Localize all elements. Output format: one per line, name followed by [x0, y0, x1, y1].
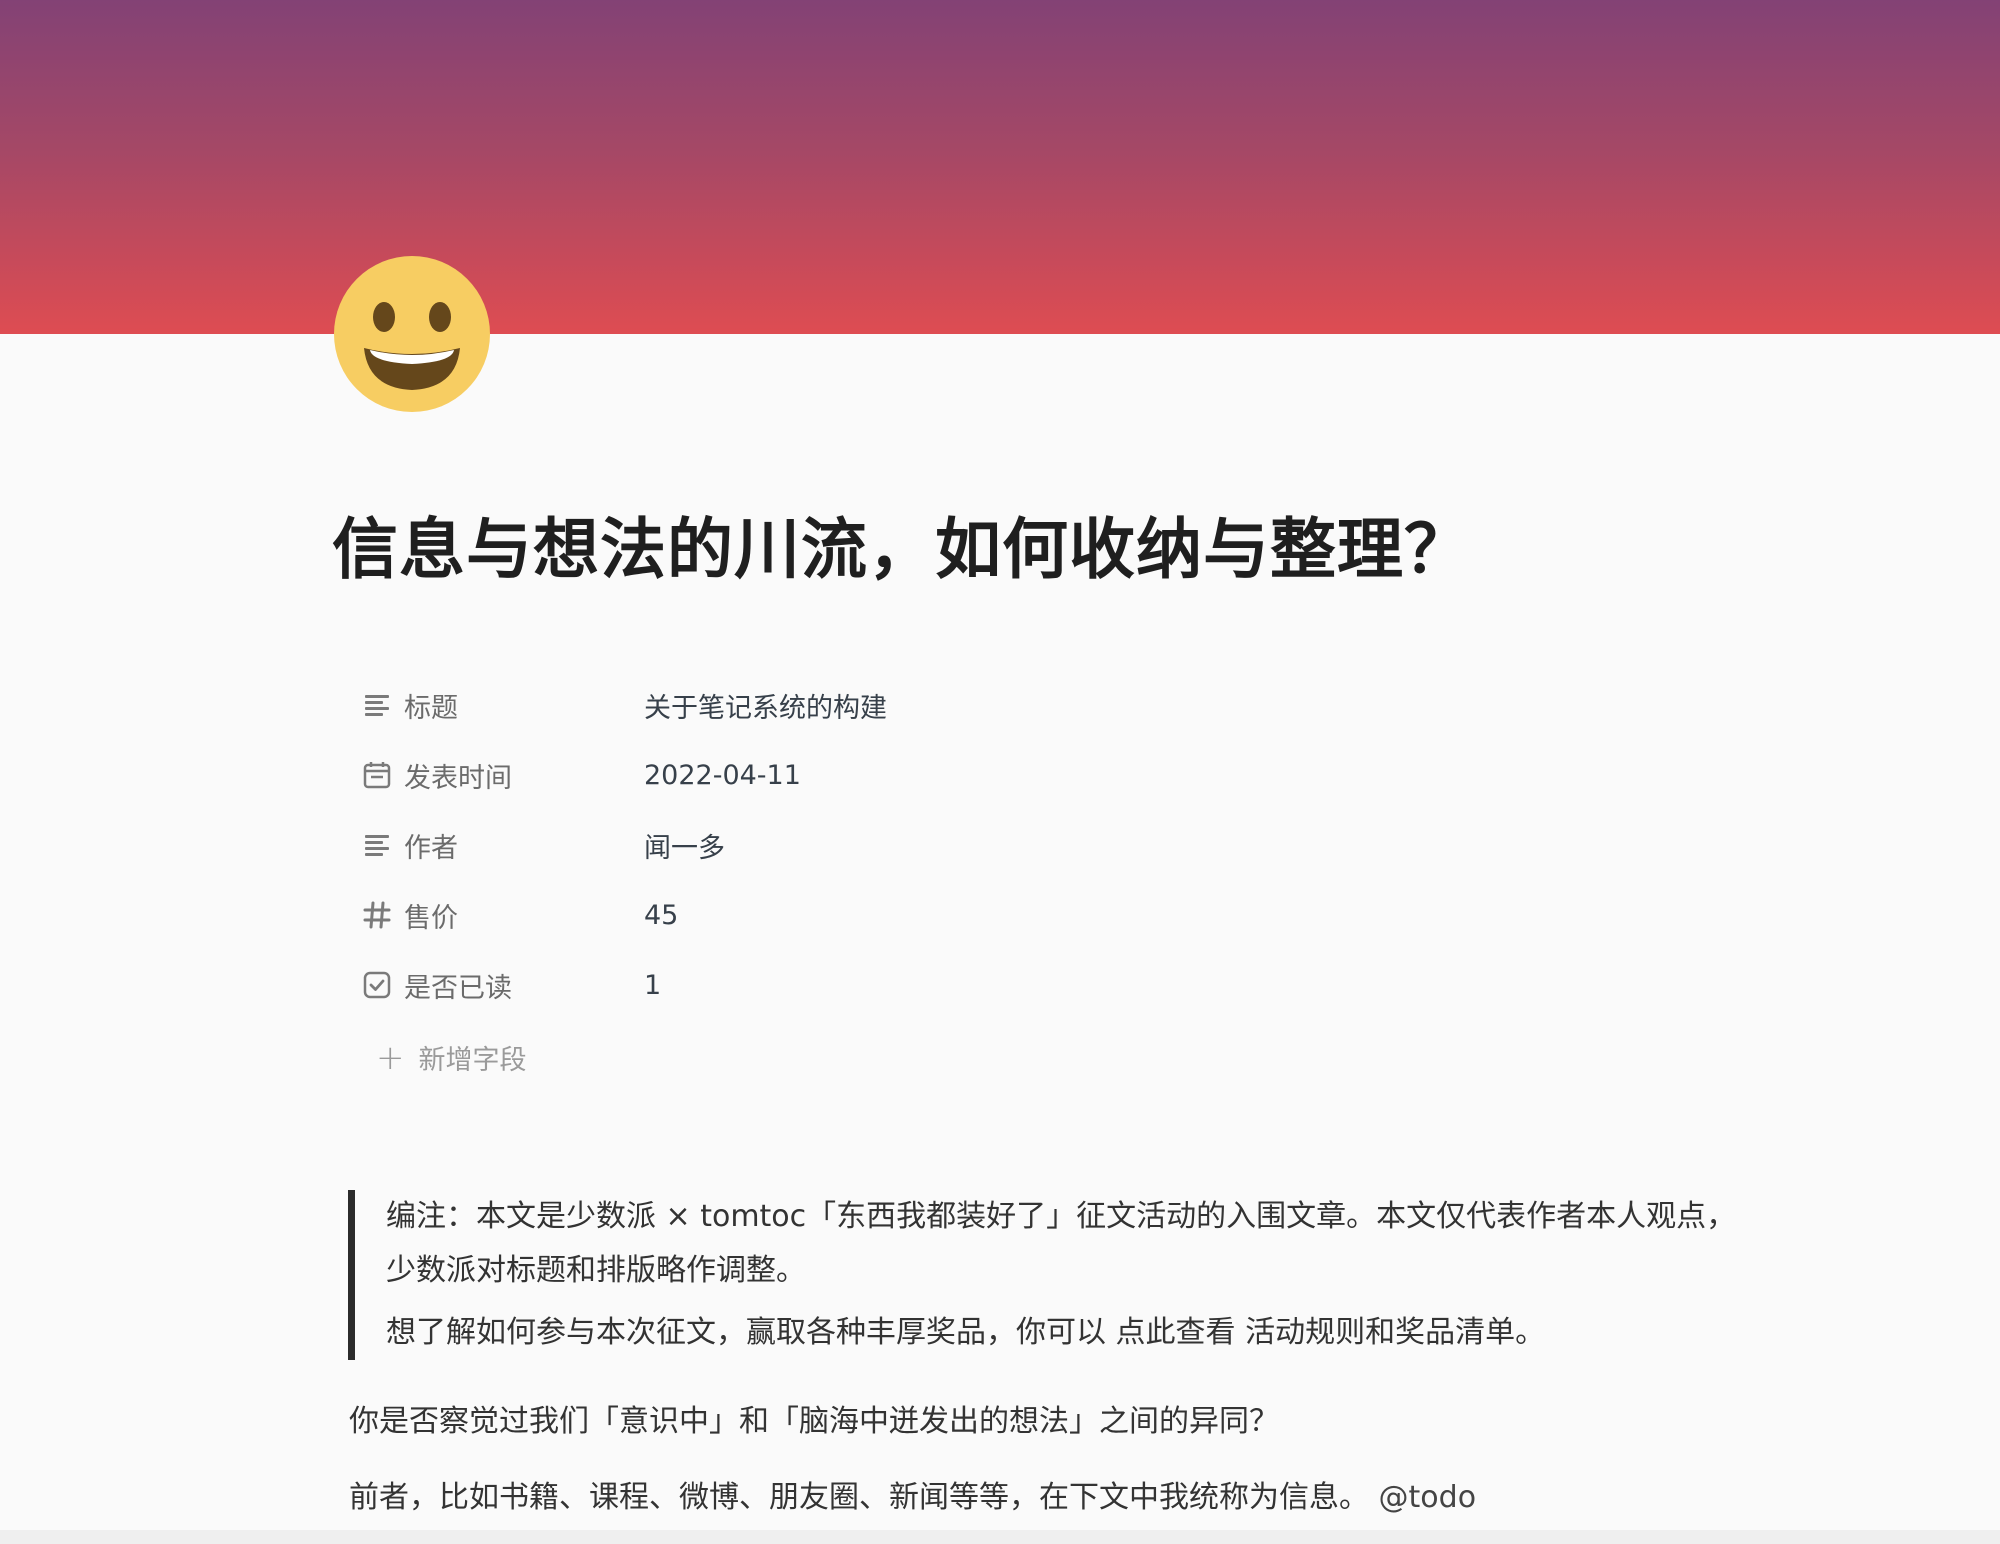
property-row-title[interactable]: 标题 关于笔记系统的构建: [362, 670, 1662, 740]
mention-link[interactable]: @todo: [1379, 1480, 1477, 1515]
property-row-price[interactable]: 售价 45: [362, 880, 1662, 950]
property-key[interactable]: 标题: [362, 686, 644, 725]
property-value[interactable]: 闻一多: [644, 826, 725, 865]
property-list: 标题 关于笔记系统的构建 发表时间 2022-04-11 作者 闻一多 售价 4…: [362, 670, 1662, 1020]
property-key-label: 标题: [404, 692, 458, 724]
hash-icon: [362, 900, 392, 930]
page-title[interactable]: 信息与想法的川流，如何收纳与整理？: [332, 496, 1471, 592]
paragraph[interactable]: 你是否察觉过我们「意识中」和「脑海中迸发出的想法」之间的异同？: [349, 1396, 1279, 1440]
calendar-icon: [362, 760, 392, 790]
property-value[interactable]: 关于笔记系统的构建: [644, 686, 887, 725]
property-row-author[interactable]: 作者 闻一多: [362, 810, 1662, 880]
text-lines-icon: [362, 830, 392, 860]
add-field-label: 新增字段: [418, 1045, 527, 1076]
paragraph-text: 前者，比如书籍、课程、微博、朋友圈、新闻等等，在下文中我统称为信息。: [349, 1480, 1369, 1515]
property-key-label: 作者: [404, 832, 458, 864]
property-key[interactable]: 是否已读: [362, 966, 644, 1005]
quote-line: 想了解如何参与本次征文，赢取各种丰厚奖品，你可以 点此查看 活动规则和奖品清单。: [386, 1315, 1546, 1350]
property-key-label: 发表时间: [404, 762, 512, 794]
bottom-divider: [0, 1530, 2000, 1544]
text-lines-icon: [362, 690, 392, 720]
property-row-date[interactable]: 发表时间 2022-04-11: [362, 740, 1662, 810]
plus-icon: +: [376, 1037, 405, 1078]
property-value[interactable]: 2022-04-11: [644, 760, 801, 791]
property-key[interactable]: 售价: [362, 896, 644, 935]
property-value[interactable]: 1: [644, 970, 661, 1001]
paragraph[interactable]: 前者，比如书籍、课程、微博、朋友圈、新闻等等，在下文中我统称为信息。 @todo: [349, 1472, 1476, 1516]
quote-line: 编注：本文是少数派 × tomtoc「东西我都装好了」征文活动的入围文章。本文仅…: [386, 1199, 1737, 1288]
property-row-read[interactable]: 是否已读 1: [362, 950, 1662, 1020]
property-key[interactable]: 作者: [362, 826, 644, 865]
property-key[interactable]: 发表时间: [362, 756, 644, 795]
page-cover[interactable]: [0, 0, 2000, 334]
property-key-label: 售价: [404, 902, 458, 934]
editor-note-quote[interactable]: 编注：本文是少数派 × tomtoc「东西我都装好了」征文活动的入围文章。本文仅…: [348, 1190, 1766, 1360]
page-icon-grinning-face-icon[interactable]: [334, 256, 490, 412]
add-field-button[interactable]: + 新增字段: [376, 1038, 527, 1077]
property-value[interactable]: 45: [644, 900, 678, 931]
checkbox-icon: [362, 970, 392, 1000]
property-key-label: 是否已读: [404, 972, 512, 1004]
